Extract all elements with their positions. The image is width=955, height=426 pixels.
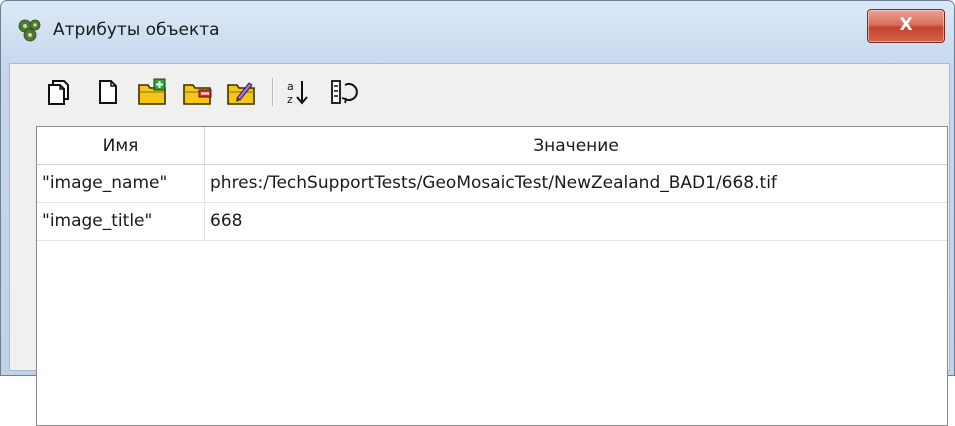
table-row[interactable]: "image_name" phres:/TechSupportTests/Geo… — [37, 165, 947, 203]
row-name-cell: "image_title" — [37, 203, 205, 241]
folder-edit-icon[interactable] — [225, 76, 257, 108]
folder-remove-icon[interactable] — [181, 76, 213, 108]
title-bar[interactable]: Атрибуты объекта X — [1, 1, 954, 61]
gear-cluster-icon — [16, 16, 44, 44]
refresh-list-icon[interactable] — [328, 76, 360, 108]
dialog-window: Атрибуты объекта X a z Имя Значение "ima… — [0, 0, 955, 426]
toolbar: a z — [10, 64, 949, 120]
svg-text:z: z — [287, 93, 293, 106]
row-value-cell[interactable]: 668 — [205, 203, 947, 241]
svg-text:a: a — [287, 80, 294, 93]
client-area: a z Имя Значение "image_name" phres:/Tec… — [9, 63, 950, 426]
copy-icon[interactable] — [45, 76, 77, 108]
column-header-value[interactable]: Значение — [205, 127, 947, 165]
toolbar-separator — [272, 78, 273, 106]
sort-az-icon[interactable]: a z — [282, 76, 314, 108]
new-document-icon[interactable] — [92, 76, 124, 108]
close-button[interactable]: X — [867, 9, 945, 43]
row-value-cell[interactable]: phres:/TechSupportTests/GeoMosaicTest/Ne… — [205, 165, 947, 203]
column-header-name[interactable]: Имя — [37, 127, 205, 165]
row-name-cell: "image_name" — [37, 165, 205, 203]
folder-add-icon[interactable] — [136, 76, 168, 108]
table-row[interactable]: "image_title" 668 — [37, 203, 947, 241]
attributes-table: Имя Значение "image_name" phres:/TechSup… — [36, 126, 948, 426]
window-title: Атрибуты объекта — [53, 20, 220, 40]
